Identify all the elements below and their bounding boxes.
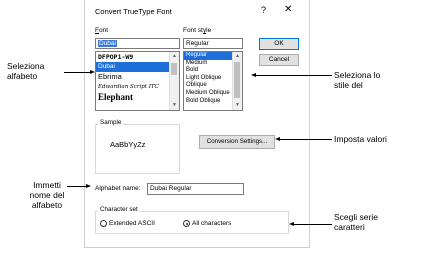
style-list-scrollbar[interactable]: ▲ ▼ bbox=[232, 52, 242, 110]
all-characters-label[interactable]: All characters bbox=[192, 220, 231, 227]
font-style-input[interactable]: Regular bbox=[183, 38, 243, 49]
cancel-button[interactable]: Cancel bbox=[259, 54, 299, 66]
dialog-title: Convert TrueType Font bbox=[95, 7, 172, 16]
convert-truetype-font-dialog: Convert TrueType Font ? ✕ Font Dubai DFP… bbox=[84, 0, 310, 248]
font-list-item[interactable]: Ebrima bbox=[96, 72, 179, 82]
font-list-scrollbar[interactable]: ▲ ▼ bbox=[169, 52, 179, 110]
annotation-line bbox=[256, 75, 332, 76]
character-set-label: Character set bbox=[98, 206, 140, 213]
annotation-set-values: Imposta valori bbox=[334, 134, 387, 144]
annotation-choose-charset: Scegli serie caratteri bbox=[334, 212, 378, 232]
alphabet-name-label: Alphabet name: bbox=[95, 185, 141, 192]
font-list-item-selected[interactable]: Dubai bbox=[96, 62, 179, 72]
arrow-right-icon bbox=[86, 184, 91, 188]
annotation-line bbox=[64, 72, 91, 73]
close-icon[interactable]: ✕ bbox=[284, 4, 292, 15]
scroll-up-icon[interactable]: ▲ bbox=[233, 52, 242, 61]
extended-ascii-label[interactable]: Extended ASCII bbox=[109, 220, 155, 227]
font-style-label: Font style bbox=[183, 27, 212, 34]
sample-group bbox=[95, 124, 180, 174]
font-list[interactable]: DFPOP1-W9 Dubai Ebrima Edwardian Script … bbox=[95, 51, 180, 111]
all-characters-radio[interactable] bbox=[183, 220, 190, 227]
annotation-enter-name: Immetti nome del alfabeto bbox=[29, 180, 65, 210]
arrow-right-icon bbox=[90, 70, 95, 74]
annotation-line bbox=[67, 186, 86, 187]
help-icon[interactable]: ? bbox=[261, 5, 266, 15]
scroll-down-icon[interactable]: ▼ bbox=[170, 101, 179, 110]
font-label: Font bbox=[95, 27, 109, 34]
font-style-list[interactable]: Regular Medium Bold Light Oblique Obliqu… bbox=[183, 51, 243, 111]
font-list-item[interactable]: Edwardian Script ITC bbox=[96, 82, 179, 92]
annotation-line bbox=[294, 224, 332, 225]
extended-ascii-radio[interactable] bbox=[100, 220, 107, 227]
font-input[interactable]: Dubai bbox=[95, 38, 180, 49]
annotation-line bbox=[280, 139, 332, 140]
scroll-thumb[interactable] bbox=[171, 63, 177, 75]
ok-button[interactable]: OK bbox=[259, 38, 299, 50]
scroll-up-icon[interactable]: ▲ bbox=[170, 52, 179, 61]
font-list-item[interactable]: Elephant bbox=[96, 92, 179, 102]
annotation-select-style: Seleziona lo stile del bbox=[334, 70, 381, 90]
conversion-settings-button[interactable]: Conversion Settings... bbox=[199, 135, 275, 149]
sample-label: Sample bbox=[98, 119, 124, 126]
scroll-down-icon[interactable]: ▼ bbox=[233, 101, 242, 110]
font-list-item[interactable]: DFPOP1-W9 bbox=[96, 52, 179, 62]
scroll-thumb[interactable] bbox=[234, 62, 240, 98]
sample-text: AaBbYyZz bbox=[110, 140, 146, 149]
annotation-select-alphabet: Seleziona alfabeto bbox=[7, 61, 45, 81]
alphabet-name-input[interactable]: Dubai Regular bbox=[147, 183, 244, 195]
